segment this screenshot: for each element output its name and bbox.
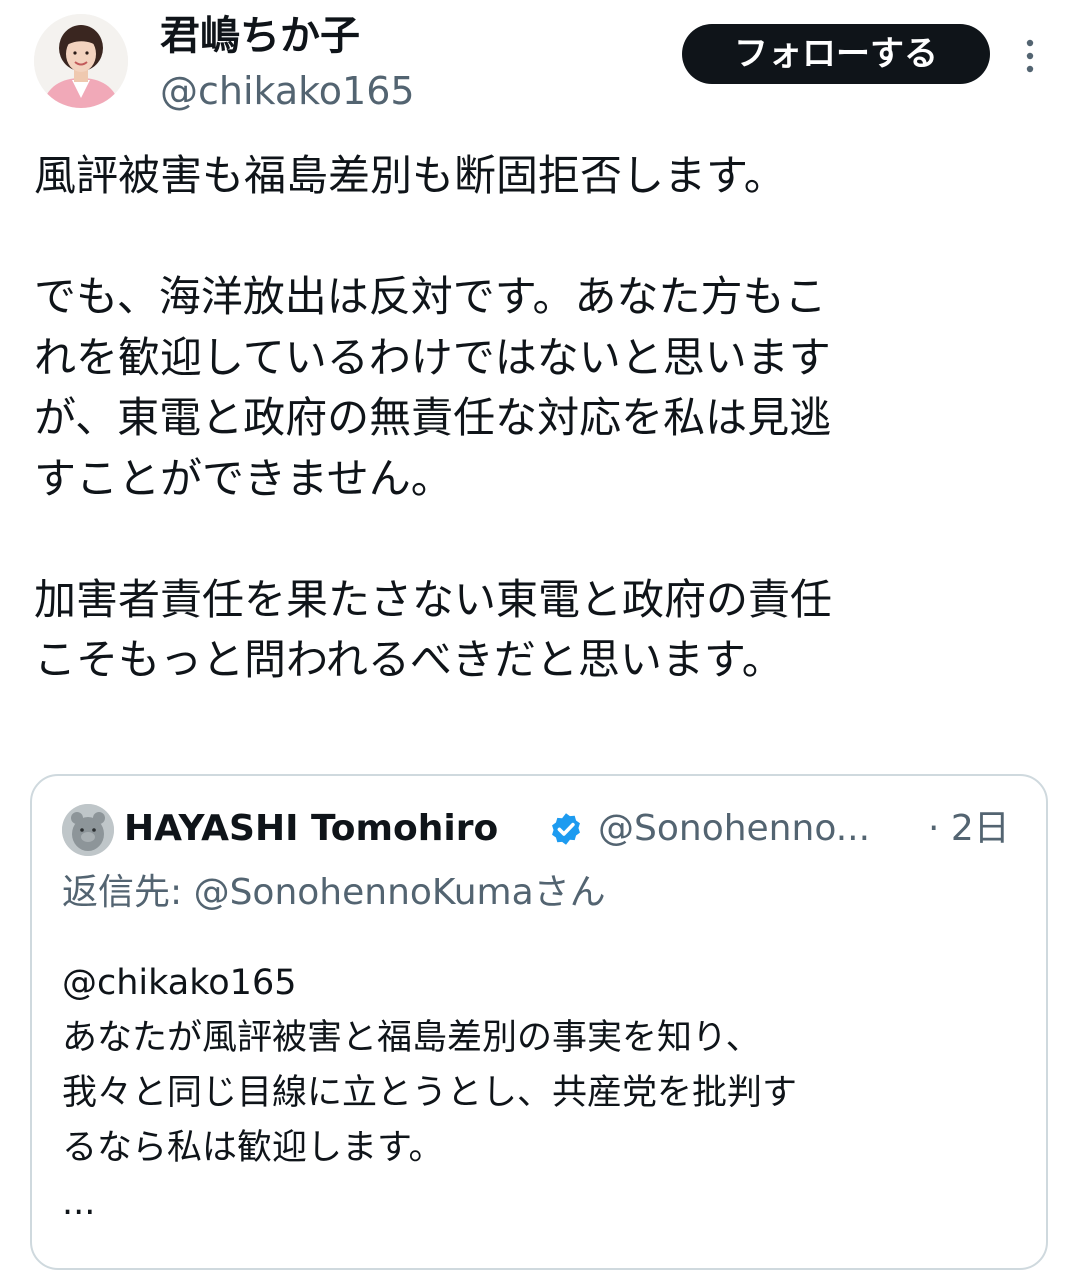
tweet-line: 加害者責任を果たさない東電と政府の責任 bbox=[34, 574, 833, 624]
tweet-line: れを歓迎しているわけではないと思います bbox=[34, 332, 831, 382]
tweet-line: こそもっと問われるべきだと思います。 bbox=[34, 635, 784, 684]
quoted-tweet-line: @chikako165 bbox=[62, 963, 297, 1003]
quoted-reply-context[interactable]: 返信先: @SonohennoKumaさん bbox=[62, 868, 606, 918]
verified-badge-icon bbox=[552, 813, 580, 845]
author-avatar[interactable] bbox=[34, 14, 128, 108]
quoted-tweet-line: ... bbox=[62, 1183, 96, 1223]
tweet-line: でも、海洋放出は反対です。あなた方もこ bbox=[34, 272, 827, 321]
tweet-line: が、東電と政府の無責任な対応を私は見逃 bbox=[34, 393, 832, 442]
more-options-button[interactable] bbox=[1014, 36, 1046, 76]
tweet-blank-line bbox=[34, 509, 1054, 570]
quoted-tweet-card[interactable]: HAYASHI Tomohiro @Sonohenno... · 2日 返信先:… bbox=[30, 774, 1048, 1270]
quoted-tweet-line: 我々と同じ目線に立とうとし、共産党を批判す bbox=[62, 1073, 798, 1113]
tweet-line: すことができません。 bbox=[34, 453, 453, 503]
more-vertical-icon bbox=[1026, 39, 1034, 73]
tweet-text: 風評被害も福島差別も断固拒否します。 でも、海洋放出は反対です。あなた方もこ れ… bbox=[34, 146, 1054, 691]
quoted-tweet-text: @chikako165 あなたが風評被害と福島差別の事実を知り、 我々と同じ目線… bbox=[62, 956, 1022, 1231]
follow-button[interactable]: フォローする bbox=[682, 24, 990, 84]
quoted-tweet-timestamp[interactable]: · 2日 bbox=[928, 804, 1010, 854]
quoted-author-handle[interactable]: @Sonohenno... bbox=[598, 804, 870, 854]
quoted-tweet-line: るなら私は歓迎します。 bbox=[62, 1128, 444, 1168]
author-avatar-image bbox=[34, 14, 128, 108]
quoted-author-avatar[interactable] bbox=[62, 804, 114, 856]
tweet-line: 風評被害も福島差別も断固拒否します。 bbox=[34, 151, 786, 200]
quoted-author-display-name[interactable]: HAYASHI Tomohiro bbox=[124, 804, 498, 854]
author-display-name[interactable]: 君嶋ちか子 bbox=[160, 10, 360, 62]
quoted-author-avatar-image bbox=[62, 804, 114, 856]
quoted-tweet-line: あなたが風評被害と福島差別の事実を知り、 bbox=[62, 1018, 761, 1058]
tweet-blank-line bbox=[34, 207, 1054, 268]
author-handle[interactable]: @chikako165 bbox=[160, 66, 415, 116]
